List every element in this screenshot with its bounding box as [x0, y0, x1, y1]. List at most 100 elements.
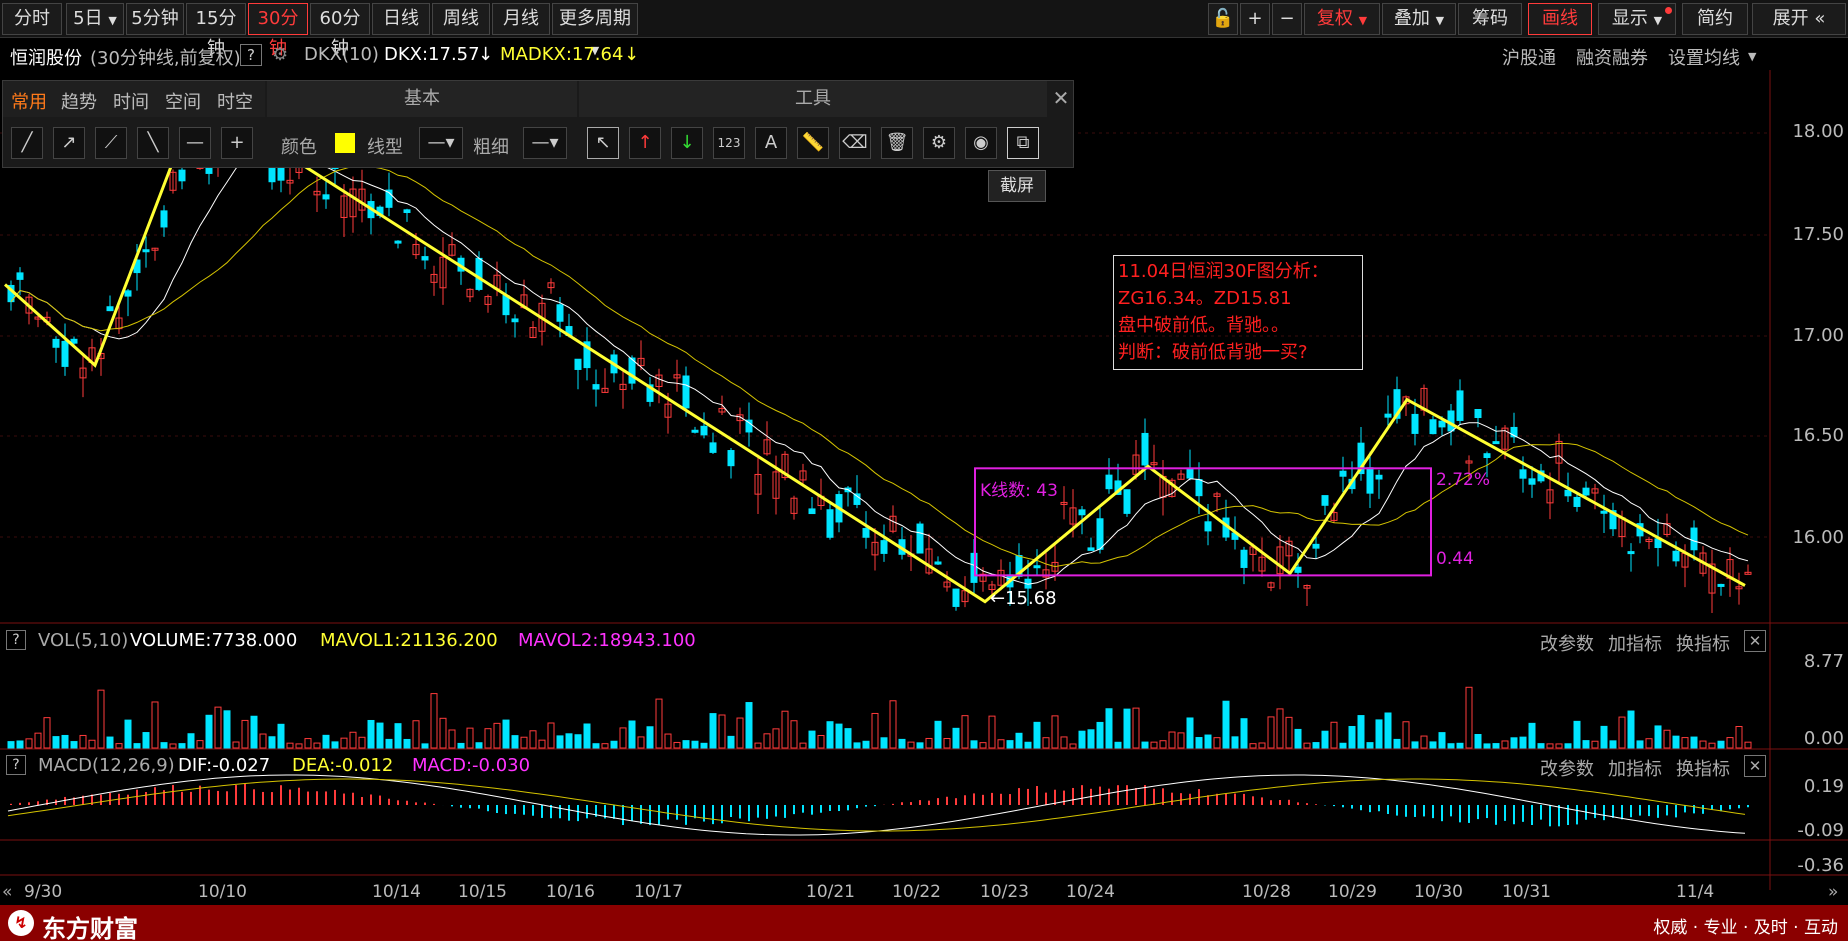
- period-tab-month[interactable]: 月线: [492, 3, 550, 35]
- brand-slogan: 权威 · 专业 · 及时 · 互动: [1653, 918, 1838, 938]
- candle-body: [592, 384, 600, 390]
- ruler-icon[interactable]: 📏: [797, 127, 829, 159]
- zoom-out-icon[interactable]: −: [1272, 3, 1302, 35]
- chips-button[interactable]: 筹码: [1458, 3, 1522, 35]
- scroll-left-icon[interactable]: «: [2, 882, 12, 902]
- period-tab-5day[interactable]: 5日 ▼: [66, 3, 124, 35]
- close-icon[interactable]: ✕: [1744, 630, 1766, 652]
- volume-bar: [790, 720, 798, 749]
- tab-time[interactable]: 时间: [113, 88, 149, 114]
- draw-line-button[interactable]: 画线: [1528, 3, 1592, 35]
- display-dropdown[interactable]: 显示 ▼: [1598, 3, 1676, 35]
- period-tab-day[interactable]: 日线: [372, 3, 430, 35]
- volume-bar: [268, 736, 276, 749]
- hk-connect-link[interactable]: 沪股通: [1502, 44, 1556, 70]
- period-tab-fenshi[interactable]: 分时: [2, 3, 62, 35]
- number-label-icon[interactable]: 123: [713, 127, 745, 159]
- gear-icon[interactable]: ⚙: [923, 127, 955, 159]
- volume-bar: [754, 742, 762, 749]
- volume-bar: [403, 738, 411, 749]
- expand-button[interactable]: 展开 «: [1752, 3, 1846, 35]
- volume-bar: [1231, 736, 1239, 749]
- close-icon[interactable]: ✕: [1744, 755, 1766, 777]
- annotation-line: 11.04日恒润30F图分析：: [1118, 261, 1329, 282]
- arrow-up-icon[interactable]: ↑: [629, 127, 661, 159]
- margin-trading-link[interactable]: 融资融券: [1576, 44, 1648, 70]
- stock-name[interactable]: 恒润股份: [10, 44, 82, 70]
- candle-body: [61, 340, 69, 367]
- vol-indicator-name[interactable]: VOL(5,10): [38, 630, 128, 651]
- swap-indicator-link[interactable]: 换指标: [1676, 755, 1730, 781]
- lock-icon[interactable]: 🔓: [1208, 3, 1238, 35]
- screenshot-icon[interactable]: ⧉: [1007, 127, 1039, 159]
- indicator-name[interactable]: DKX(10): [304, 44, 379, 65]
- volume-bar: [772, 728, 780, 749]
- volume-bar: [592, 743, 600, 749]
- volume-bar: [1429, 741, 1437, 749]
- date-label: 10/10: [198, 882, 247, 902]
- trash-icon[interactable]: 🗑: [881, 127, 913, 159]
- add-indicator-link[interactable]: 加指标: [1608, 755, 1662, 781]
- ma-settings-link[interactable]: 设置均线: [1668, 44, 1740, 70]
- volume-bar: [466, 727, 474, 749]
- ray-line-icon[interactable]: ↗: [53, 127, 85, 159]
- add-indicator-link[interactable]: 加指标: [1608, 630, 1662, 656]
- eraser-icon[interactable]: ⌫: [839, 127, 871, 159]
- tab-spacetime[interactable]: 时空: [217, 88, 253, 114]
- overlay-dropdown[interactable]: 叠加 ▼: [1382, 3, 1456, 35]
- candle-body: [1195, 479, 1203, 497]
- volume-bar: [880, 737, 888, 749]
- period-tab-week[interactable]: 周线: [432, 3, 490, 35]
- text-icon[interactable]: A: [755, 127, 787, 159]
- scroll-right-icon[interactable]: »: [1828, 882, 1838, 902]
- button-label: 显示: [1611, 8, 1648, 29]
- volume-bar: [160, 742, 168, 749]
- period-tab-60min[interactable]: 60分钟: [310, 3, 370, 59]
- volume-bar: [538, 739, 546, 749]
- gear-icon[interactable]: ⚙: [272, 44, 288, 65]
- segment-line-icon[interactable]: ╱: [11, 127, 43, 159]
- volume-bar: [1501, 740, 1509, 749]
- thickness-dropdown[interactable]: —▾: [523, 127, 567, 159]
- change-params-link[interactable]: 改参数: [1540, 630, 1594, 656]
- line-type-dropdown[interactable]: —▾: [419, 127, 463, 159]
- button-label: 展开: [1772, 8, 1809, 29]
- reverse-line-icon[interactable]: ╲: [137, 127, 169, 159]
- straight-line-icon[interactable]: ⟋: [95, 127, 127, 159]
- fuquan-dropdown[interactable]: 复权 ▼: [1304, 3, 1380, 35]
- period-tab-15min[interactable]: 15分钟: [186, 3, 246, 59]
- macd-indicator-name[interactable]: MACD(12,26,9): [38, 755, 175, 776]
- volume-bar: [700, 742, 708, 749]
- arrow-down-icon[interactable]: ↓: [671, 127, 703, 159]
- tab-trend[interactable]: 趋势: [61, 88, 97, 114]
- pointer-icon[interactable]: ↖: [587, 127, 619, 159]
- candle-body: [106, 306, 114, 312]
- volume-bar: [142, 732, 150, 749]
- crosshair-icon[interactable]: +: [221, 127, 253, 159]
- swap-indicator-link[interactable]: 换指标: [1676, 630, 1730, 656]
- help-icon[interactable]: ?: [6, 755, 26, 775]
- candle-body: [475, 257, 483, 290]
- volume-bar: [1699, 740, 1707, 749]
- volume-bar: [43, 717, 51, 749]
- help-icon[interactable]: ?: [240, 44, 262, 66]
- change-params-link[interactable]: 改参数: [1540, 755, 1594, 781]
- volume-bar: [1357, 715, 1365, 749]
- period-tab-30min[interactable]: 30分钟: [248, 3, 308, 59]
- volume-bar: [52, 736, 60, 749]
- more-periods-dropdown[interactable]: 更多周期 ▼: [552, 3, 638, 57]
- close-icon[interactable]: ✕: [1049, 86, 1073, 112]
- horizontal-line-icon[interactable]: —: [179, 127, 211, 159]
- zoom-in-icon[interactable]: +: [1240, 3, 1270, 35]
- volume-bar: [1177, 732, 1185, 749]
- color-swatch[interactable]: [335, 133, 355, 153]
- volume-bar: [673, 741, 681, 749]
- simple-mode-button[interactable]: 简约: [1682, 3, 1748, 35]
- analysis-annotation[interactable]: 11.04日恒润30F图分析： ZG16.34。ZD15.81 盘中破前低。背驰…: [1113, 255, 1363, 370]
- tab-space[interactable]: 空间: [165, 88, 201, 114]
- help-icon[interactable]: ?: [6, 630, 26, 650]
- candle-body: [934, 561, 942, 565]
- tab-common[interactable]: 常用: [11, 88, 47, 114]
- period-tab-5min[interactable]: 5分钟: [126, 3, 184, 35]
- eye-icon[interactable]: ◉: [965, 127, 997, 159]
